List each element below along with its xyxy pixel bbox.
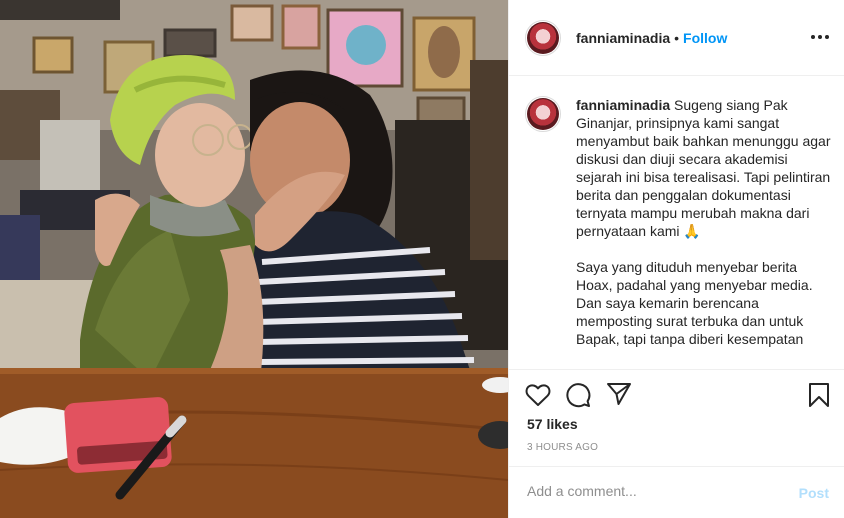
heart-icon[interactable] <box>525 383 551 407</box>
caption-body: fanniaminadia Sugeng siang Pak Ginanjar,… <box>576 96 831 348</box>
post-photo[interactable] <box>0 0 508 518</box>
post-timestamp[interactable]: 3 HOURS AGO <box>527 442 598 453</box>
more-options-icon[interactable] <box>811 28 829 46</box>
comments-section[interactable]: fanniaminadia Sugeng siang Pak Ginanjar,… <box>509 76 844 370</box>
follow-button[interactable]: Follow <box>683 30 727 46</box>
action-bar <box>509 370 844 416</box>
post-header: fanniaminadia • Follow <box>509 0 844 76</box>
add-comment-bar: Post <box>509 466 844 518</box>
bookmark-icon[interactable] <box>808 382 830 408</box>
likes-count[interactable]: 57 likes <box>527 416 578 432</box>
share-paper-plane-icon[interactable] <box>606 382 632 406</box>
header-separator: • <box>674 29 680 46</box>
comment-bubble-icon[interactable] <box>565 382 591 408</box>
post-comment-button[interactable]: Post <box>799 485 829 501</box>
caption-author-avatar[interactable] <box>525 96 561 132</box>
caption-text: Sugeng siang Pak Ginanjar, prinsipnya ka… <box>576 97 831 347</box>
comment-input[interactable] <box>527 483 787 499</box>
caption-username[interactable]: fanniaminadia <box>576 97 670 113</box>
post-photo-illustration <box>0 0 508 518</box>
post-side-panel: fanniaminadia • Follow fanniaminadia Sug… <box>508 0 844 518</box>
author-avatar[interactable] <box>525 19 561 56</box>
caption: fanniaminadia Sugeng siang Pak Ginanjar,… <box>509 76 844 348</box>
author-username[interactable]: fanniaminadia <box>576 30 670 46</box>
